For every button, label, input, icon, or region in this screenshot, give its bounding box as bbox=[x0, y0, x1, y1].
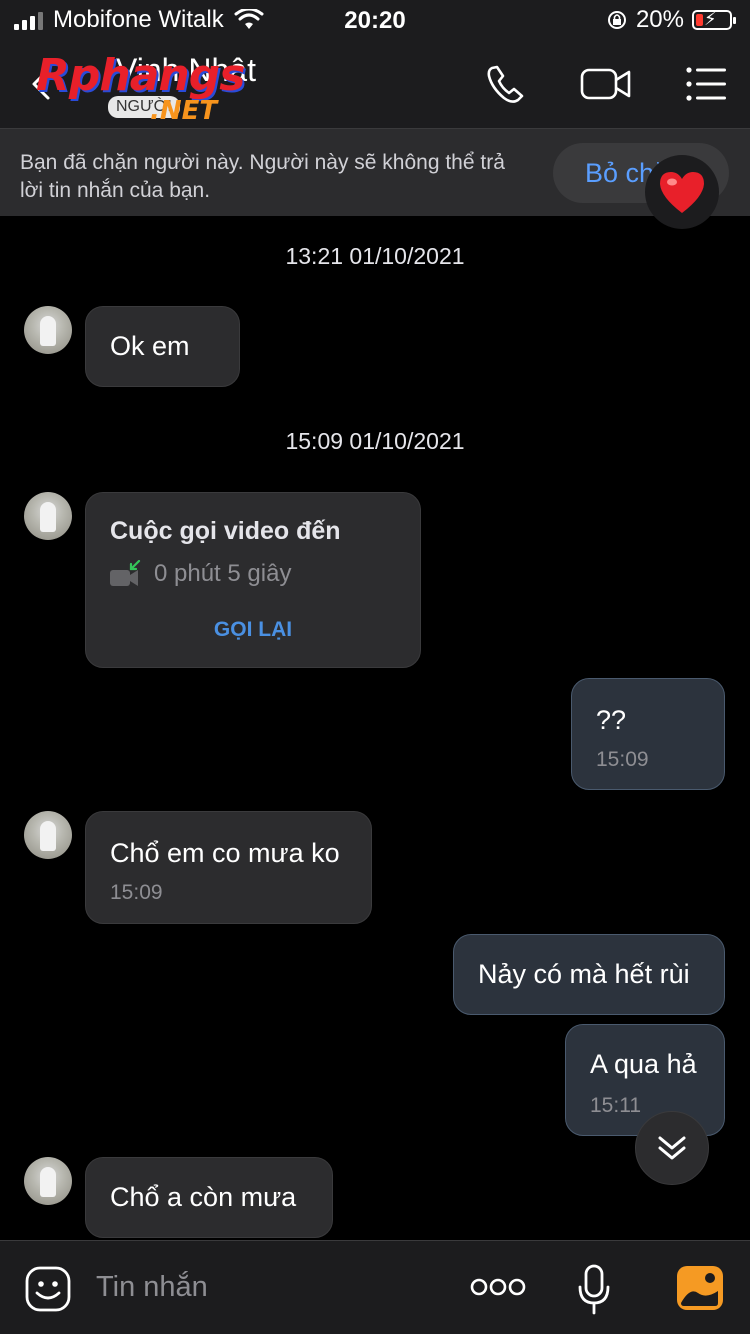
message-time: 15:09 bbox=[596, 748, 649, 771]
menu-list-icon[interactable] bbox=[684, 62, 728, 106]
avatar[interactable] bbox=[24, 811, 72, 859]
message-input-bar: Tin nhắn bbox=[0, 1240, 750, 1334]
message-input[interactable]: Tin nhắn bbox=[96, 1271, 208, 1304]
message-text: Chổ em co mưa ko bbox=[110, 838, 340, 868]
date-separator: 15:09 01/10/2021 bbox=[285, 428, 465, 454]
message-text: Chổ a còn mưa bbox=[110, 1182, 297, 1212]
outgoing-message[interactable]: ?? 15:09 bbox=[571, 678, 725, 790]
battery-percent: 20% bbox=[635, 6, 684, 33]
status-bar: Mobifone Witalk 20:20 20% ⚡ bbox=[0, 0, 750, 42]
message-text: A qua hả bbox=[590, 1049, 697, 1079]
watermark-net: .NET bbox=[150, 96, 218, 126]
video-camera-icon[interactable] bbox=[580, 62, 632, 106]
rotation-lock-icon bbox=[607, 11, 626, 29]
message-text: Ok em bbox=[110, 331, 190, 361]
video-call-card: Cuộc gọi video đến 0 phút 5 giây GỌI LẠI bbox=[85, 492, 421, 668]
call-duration: 0 phút 5 giây bbox=[154, 560, 292, 587]
phone-icon[interactable] bbox=[482, 62, 530, 106]
date-separator: 13:21 01/10/2021 bbox=[285, 243, 465, 269]
status-right: 20% ⚡ bbox=[606, 6, 736, 34]
chat-header: Vinh Nhật NGƯỜI Rphangs .NET bbox=[0, 42, 750, 128]
outgoing-message[interactable]: Nảy có mà hết rùi bbox=[453, 934, 725, 1015]
microphone-icon[interactable] bbox=[576, 1263, 612, 1317]
incoming-message[interactable]: Chổ a còn mưa bbox=[85, 1157, 333, 1238]
outgoing-message[interactable]: A qua hả 15:11 bbox=[565, 1024, 725, 1136]
message-input-placeholder: Tin nhắn bbox=[96, 1271, 208, 1303]
more-options-icon[interactable] bbox=[470, 1277, 526, 1297]
blocked-notice: Bạn đã chặn người này. Người này sẽ khôn… bbox=[20, 151, 505, 202]
call-back-button[interactable]: GỌI LẠI bbox=[110, 618, 396, 642]
avatar[interactable] bbox=[24, 492, 72, 540]
emoji-sticker-icon[interactable] bbox=[24, 1265, 72, 1313]
call-title: Cuộc gọi video đến bbox=[110, 517, 341, 545]
message-text: ?? bbox=[596, 705, 627, 735]
message-text: Nảy có mà hết rùi bbox=[478, 959, 690, 989]
photo-gallery-icon[interactable] bbox=[676, 1265, 724, 1311]
heart-icon bbox=[660, 172, 704, 213]
message-time: 15:09 bbox=[110, 881, 163, 904]
watermark-logo: Rphangs bbox=[36, 50, 245, 101]
heart-reaction-button[interactable] bbox=[645, 155, 719, 229]
scroll-to-bottom-button[interactable] bbox=[635, 1111, 709, 1185]
incoming-message[interactable]: Chổ em co mưa ko 15:09 bbox=[85, 811, 372, 924]
double-chevron-down-icon bbox=[658, 1136, 686, 1160]
battery-icon: ⚡ bbox=[692, 9, 736, 30]
avatar[interactable] bbox=[24, 306, 72, 354]
blocked-banner: Bạn đã chặn người này. Người này sẽ khôn… bbox=[0, 128, 750, 216]
avatar[interactable] bbox=[24, 1157, 72, 1205]
call-duration-row: 0 phút 5 giây bbox=[110, 560, 396, 588]
incoming-video-call-icon bbox=[110, 560, 141, 586]
incoming-message[interactable]: Ok em bbox=[85, 306, 240, 387]
